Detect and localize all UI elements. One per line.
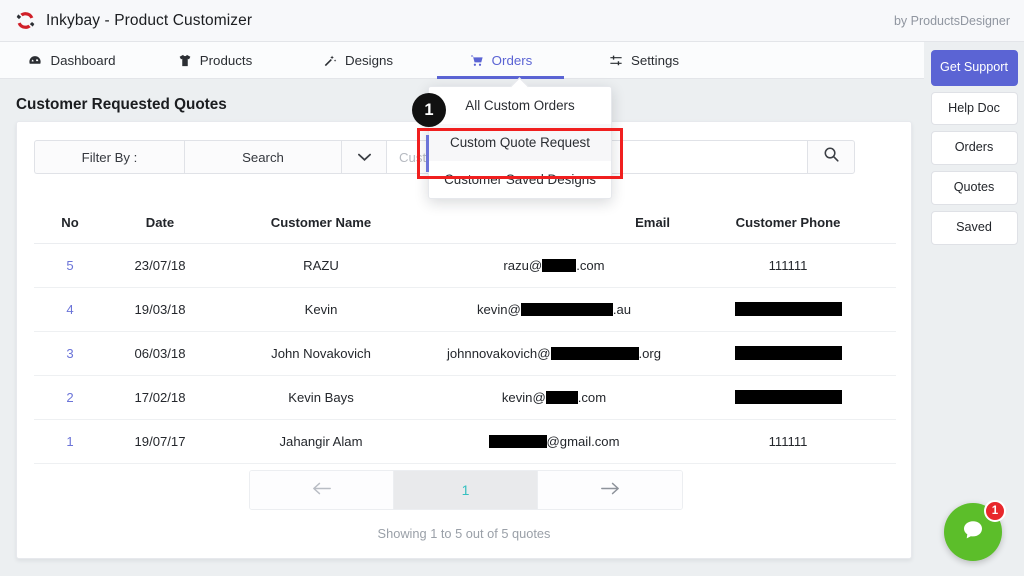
redaction-bar — [734, 390, 842, 404]
table-row: 3 06/03/18 John Novakovich johnnovakovich@.… — [34, 331, 896, 376]
showing-count-text: Showing 1 to 5 out of 5 quotes — [377, 526, 551, 541]
arrow-right-icon — [600, 482, 620, 498]
row-customer-phone: 111111 — [680, 419, 896, 464]
help-doc-button[interactable]: Help Doc — [930, 91, 1018, 126]
table-row: 2 17/02/18 Kevin Bays kevin@ .com — [34, 375, 896, 420]
row-customer-name: Jahangir Alam — [214, 419, 428, 464]
table-row: 5 23/07/18 RAZU razu@ .com 111111 — [34, 243, 896, 288]
row-customer-phone — [680, 375, 896, 420]
table-header-row: No Date Customer Name Email Customer Pho… — [34, 205, 896, 244]
search-icon — [823, 146, 840, 168]
row-customer-name: RAZU — [214, 243, 428, 288]
col-header-customer-name: Customer Name — [214, 205, 428, 244]
redaction-bar — [734, 302, 842, 316]
sliders-icon — [608, 53, 624, 68]
nav-tab-dashboard[interactable]: Dashboard — [0, 42, 143, 78]
app-root: Inkybay - Product Customizer by Products… — [0, 0, 1024, 576]
redaction-bar — [488, 435, 547, 448]
menu-item-all-custom-orders[interactable]: All Custom Orders — [429, 87, 611, 124]
col-header-email: Email — [428, 205, 680, 244]
nav-tab-label: Designs — [344, 52, 394, 68]
row-customer-name: Kevin Bays — [214, 375, 428, 420]
row-email: razu@ .com — [428, 243, 680, 288]
chat-bubble-icon — [959, 516, 987, 549]
main-nav: Dashboard Products Designs Orders Settin — [0, 42, 924, 79]
row-customer-name: John Novakovich — [214, 331, 428, 376]
row-number-link[interactable]: 5 — [34, 243, 106, 288]
menu-item-customer-saved-designs[interactable]: Customer Saved Designs — [429, 161, 611, 198]
nav-tab-label: Dashboard — [50, 52, 116, 68]
col-header-date: Date — [106, 205, 214, 244]
row-customer-name: Kevin — [214, 287, 428, 332]
pagination-next-button[interactable] — [538, 471, 682, 509]
row-date: 17/02/18 — [106, 375, 214, 420]
page-title: Inkybay - Product Customizer — [46, 11, 253, 29]
redaction-bar — [545, 391, 578, 404]
text-cursor — [426, 135, 429, 172]
table-row: 1 19/07/17 Jahangir Alam @gmail.com 111111 — [34, 419, 896, 464]
get-support-button[interactable]: Get Support — [930, 50, 1018, 86]
row-number-link[interactable]: 4 — [34, 287, 106, 332]
redaction-bar — [542, 259, 577, 272]
inkybay-swirl-logo-icon — [14, 9, 37, 32]
col-header-no: No — [34, 205, 106, 244]
redaction-bar — [550, 347, 639, 360]
row-customer-phone — [680, 287, 896, 332]
orders-dropdown-menu: All Custom Orders Custom Quote Request C… — [428, 86, 612, 199]
menu-item-custom-quote-request[interactable]: Custom Quote Request — [429, 124, 611, 161]
chat-unread-badge: 1 — [984, 500, 1006, 522]
row-number-link[interactable]: 3 — [34, 331, 106, 376]
row-customer-phone: 111111 — [680, 243, 896, 288]
search-button[interactable] — [807, 140, 855, 174]
rail-orders-button[interactable]: Orders — [930, 131, 1018, 166]
rail-quotes-button[interactable]: Quotes — [930, 171, 1018, 205]
filter-by-label: Filter By : — [34, 140, 184, 174]
by-line: by ProductsDesigner — [893, 13, 1010, 28]
row-date: 19/03/18 — [106, 287, 214, 332]
nav-tab-products[interactable]: Products — [143, 42, 286, 78]
shopping-cart-icon — [469, 53, 485, 68]
table-row: 4 19/03/18 Kevin kevin@ .au — [34, 287, 896, 332]
section-heading: Customer Requested Quotes — [16, 96, 227, 113]
right-rail: Get Support Help Doc Orders Quotes Saved — [924, 43, 1024, 245]
quotes-table-body: 5 23/07/18 RAZU razu@ .com 111111 4 19/03/18 Kev… — [34, 243, 896, 464]
brand: Inkybay - Product Customizer — [0, 9, 252, 32]
nav-tab-label: Settings — [630, 52, 680, 68]
row-date: 06/03/18 — [106, 331, 214, 376]
speedometer-icon — [27, 53, 43, 68]
pagination-page-1[interactable]: 1 — [394, 471, 538, 509]
quotes-table: No Date Customer Name Email Customer Pho… — [34, 205, 896, 464]
annotation-step-badge: 1 — [412, 93, 446, 127]
nav-tab-settings[interactable]: Settings — [572, 42, 715, 78]
top-bar: Inkybay - Product Customizer by Products… — [0, 0, 1024, 42]
col-header-customer-phone: Customer Phone — [680, 205, 896, 244]
redaction-bar — [734, 346, 842, 360]
row-date: 23/07/18 — [106, 243, 214, 288]
nav-tab-orders[interactable]: Orders — [429, 42, 572, 79]
search-select[interactable]: Search — [184, 140, 341, 174]
row-number-link[interactable]: 1 — [34, 419, 106, 464]
row-email: kevin@ .au — [428, 287, 680, 332]
nav-tab-label: Products — [199, 52, 253, 68]
row-email: kevin@ .com — [428, 375, 680, 420]
chevron-down-icon[interactable] — [341, 140, 386, 174]
arrow-left-icon — [312, 482, 332, 498]
pagination-prev-button[interactable] — [250, 471, 394, 509]
nav-tab-designs[interactable]: Designs — [286, 42, 429, 78]
row-number-link[interactable]: 2 — [34, 375, 106, 420]
row-email: @gmail.com — [428, 419, 680, 464]
row-email: johnnovakovich@ .org — [428, 331, 680, 376]
tshirt-icon — [177, 53, 193, 68]
magic-wand-icon — [322, 53, 338, 68]
row-customer-phone — [680, 331, 896, 376]
nav-tab-label: Orders — [491, 52, 533, 68]
row-date: 19/07/17 — [106, 419, 214, 464]
rail-saved-button[interactable]: Saved — [930, 210, 1018, 245]
pagination: 1 — [249, 470, 683, 510]
redaction-bar — [520, 303, 613, 316]
